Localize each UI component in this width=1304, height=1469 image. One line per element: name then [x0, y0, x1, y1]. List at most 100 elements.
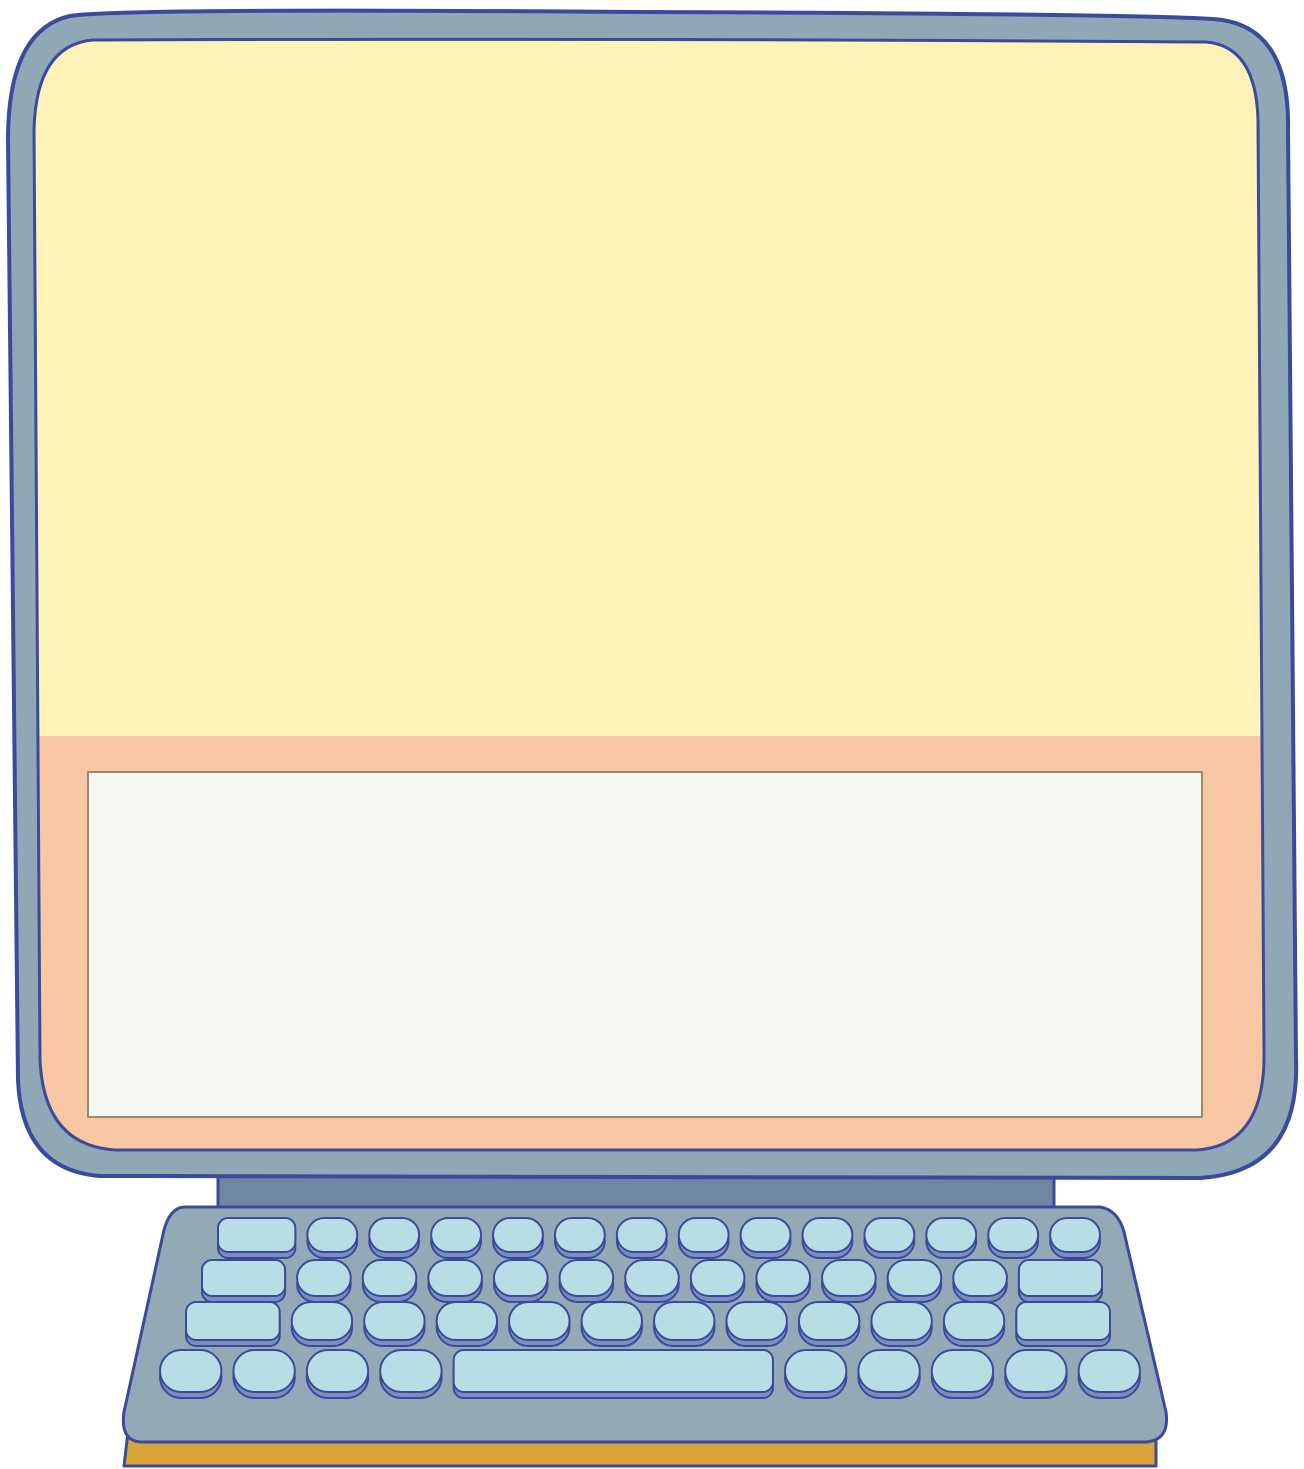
key-top	[553, 1217, 606, 1253]
keyboard-key	[739, 1217, 792, 1259]
key-top	[739, 1217, 792, 1253]
keyboard-key	[185, 1301, 281, 1347]
key-top	[925, 1217, 978, 1253]
keyboard-key	[689, 1259, 746, 1303]
keyboard-key	[925, 1217, 978, 1259]
key-top	[1015, 1301, 1112, 1341]
keyboard-key	[306, 1217, 359, 1259]
keyboard-key	[580, 1301, 644, 1347]
key-top	[930, 1349, 995, 1393]
key-top	[801, 1217, 854, 1253]
keyboard-key	[886, 1259, 943, 1303]
keyboard-key	[361, 1259, 418, 1303]
keyboard-key	[821, 1259, 877, 1303]
key-top	[863, 1217, 916, 1253]
keyboard-key	[801, 1217, 854, 1259]
keyboard-key	[363, 1301, 426, 1347]
screen-top-area	[34, 39, 1265, 736]
keyboard-key	[492, 1259, 549, 1303]
keyboard-key	[232, 1349, 296, 1399]
key-top	[435, 1301, 499, 1341]
keyboard-key	[1049, 1217, 1102, 1259]
keyboard-key	[305, 1349, 370, 1399]
keyboard-key	[368, 1217, 421, 1259]
key-top	[615, 1217, 668, 1253]
key-top	[430, 1217, 483, 1253]
keyboard-key	[492, 1217, 544, 1259]
key-top	[452, 1349, 774, 1393]
key-top	[783, 1349, 848, 1393]
keyboard-key	[797, 1301, 861, 1347]
keyboard-key	[1017, 1259, 1103, 1303]
text-panel	[87, 771, 1203, 1118]
keyboard-key	[870, 1301, 933, 1347]
key-top	[1004, 1349, 1068, 1393]
key-top	[296, 1259, 352, 1297]
key-top	[725, 1301, 788, 1341]
keyboard-key	[435, 1301, 499, 1347]
keyboard-key	[1077, 1349, 1142, 1399]
key-top	[942, 1301, 1006, 1341]
key-top	[558, 1259, 615, 1297]
keyboard-key	[217, 1217, 297, 1259]
key-top	[427, 1259, 483, 1297]
key-top	[952, 1259, 1008, 1297]
key-top	[368, 1217, 421, 1253]
key-top	[508, 1301, 571, 1341]
key-top	[379, 1349, 443, 1393]
keyboard-key	[653, 1301, 716, 1347]
keyboard-key	[615, 1217, 668, 1259]
key-top	[1077, 1349, 1142, 1393]
keyboard-key	[952, 1259, 1008, 1303]
key-top	[201, 1259, 287, 1297]
computer-illustration	[0, 0, 1304, 1469]
key-top	[159, 1349, 223, 1393]
keyboard-key	[755, 1259, 812, 1303]
key-top	[217, 1217, 297, 1253]
key-top	[363, 1301, 426, 1341]
key-top	[306, 1217, 359, 1253]
key-top	[870, 1301, 933, 1341]
keyboard-key	[296, 1259, 352, 1303]
keyboard-key	[930, 1349, 995, 1399]
key-top	[755, 1259, 812, 1297]
keyboard-key	[159, 1349, 223, 1399]
keyboard-key	[508, 1301, 571, 1347]
keyboard-key	[553, 1217, 606, 1259]
keyboard-key	[857, 1349, 921, 1399]
keyboard-key	[677, 1217, 730, 1259]
key-top	[580, 1301, 644, 1341]
keyboard-key	[1004, 1349, 1068, 1399]
key-top	[821, 1259, 877, 1297]
key-top	[232, 1349, 296, 1393]
keyboard-key	[987, 1217, 1040, 1259]
spacebar-key	[452, 1349, 774, 1399]
key-top	[1017, 1259, 1103, 1297]
keyboard-key	[379, 1349, 443, 1399]
keyboard-key	[290, 1301, 354, 1347]
key-top	[492, 1217, 544, 1253]
key-top	[677, 1217, 730, 1253]
key-top	[689, 1259, 746, 1297]
keyboard-key	[863, 1217, 916, 1259]
key-top	[305, 1349, 370, 1393]
key-top	[185, 1301, 281, 1341]
key-top	[653, 1301, 716, 1341]
keyboard-key	[942, 1301, 1006, 1347]
keyboard-key	[725, 1301, 788, 1347]
key-top	[857, 1349, 921, 1393]
key-top	[624, 1259, 680, 1297]
key-top	[492, 1259, 549, 1297]
key-top	[797, 1301, 861, 1341]
keyboard-key	[624, 1259, 680, 1303]
key-top	[361, 1259, 418, 1297]
keyboard-key	[430, 1217, 483, 1259]
key-top	[886, 1259, 943, 1297]
key-top	[1049, 1217, 1102, 1253]
keyboard-key	[558, 1259, 615, 1303]
keyboard-key	[1015, 1301, 1112, 1347]
key-top	[290, 1301, 354, 1341]
keyboard-key	[201, 1259, 287, 1303]
keyboard-key	[783, 1349, 848, 1399]
keyboard-key	[427, 1259, 483, 1303]
